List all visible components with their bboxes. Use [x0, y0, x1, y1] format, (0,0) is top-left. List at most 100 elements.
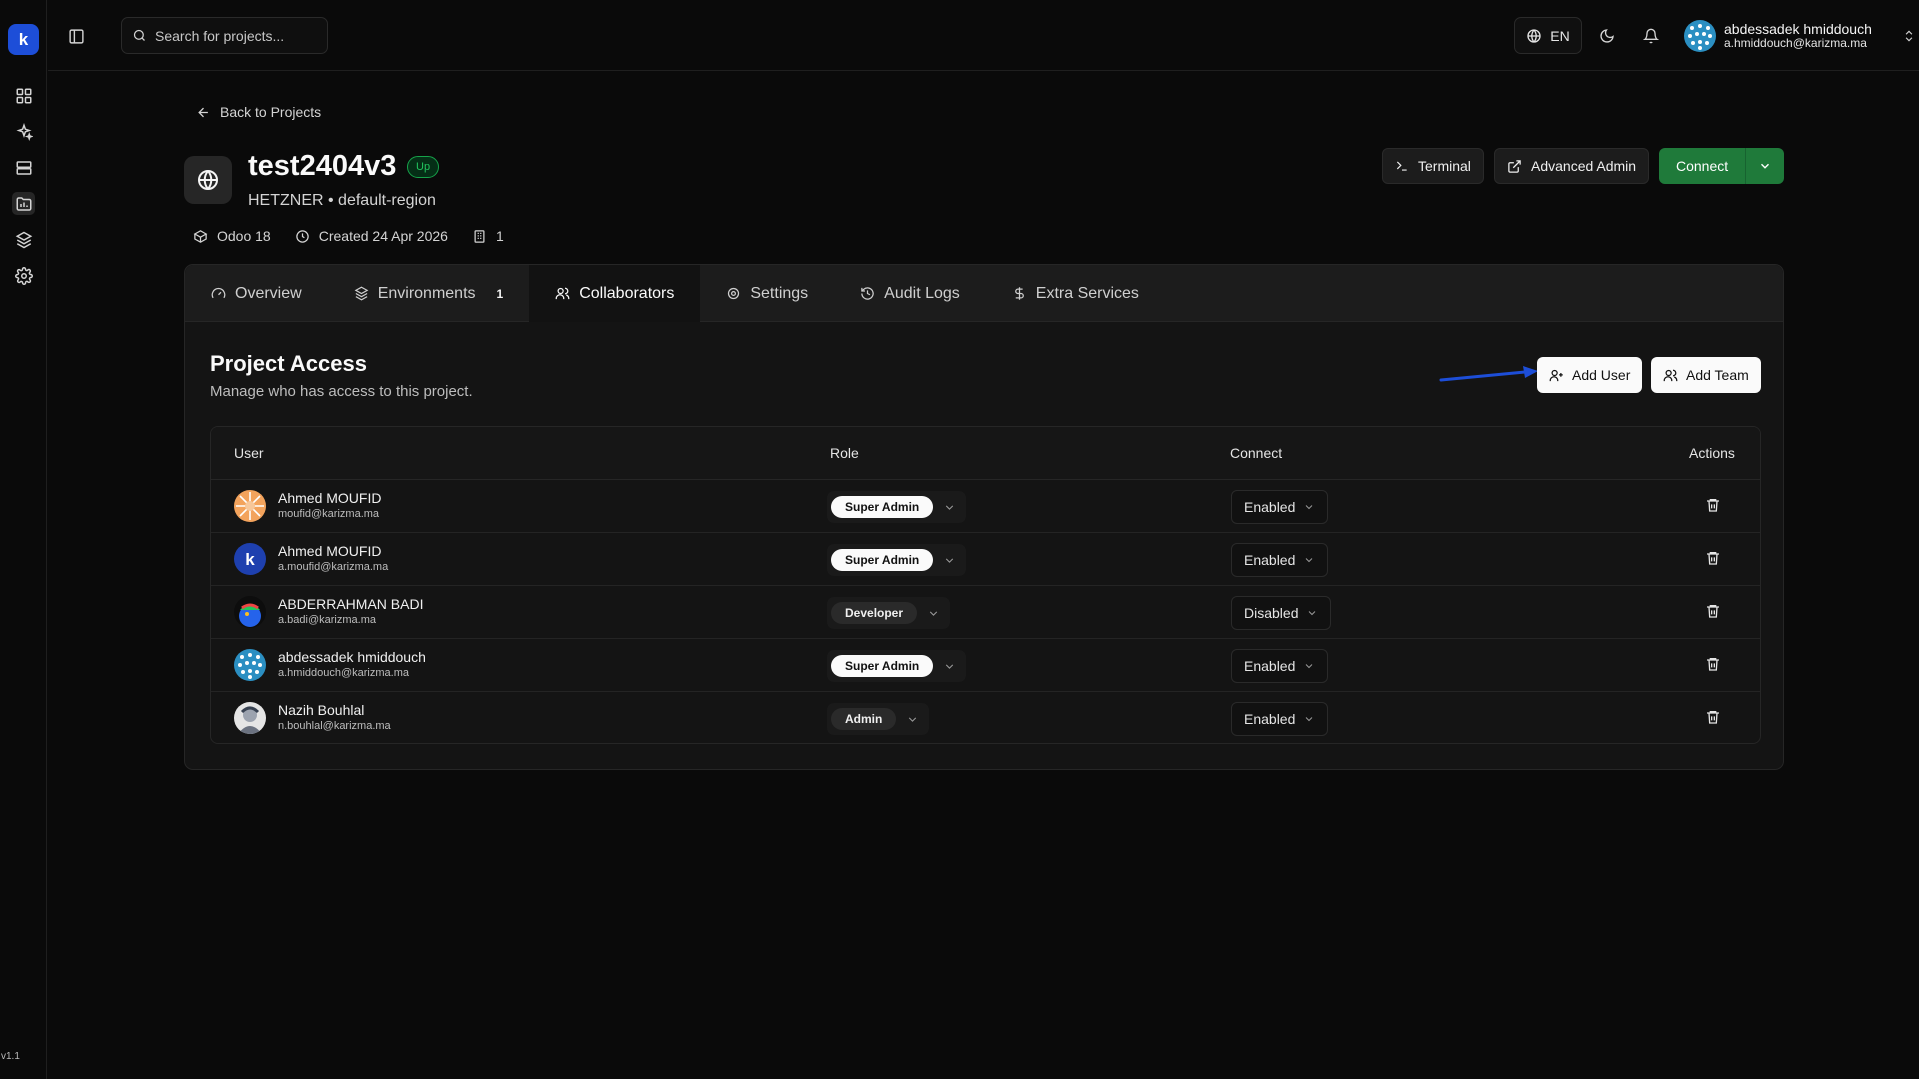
external-link-icon — [1507, 159, 1522, 174]
meta-created-label: Created 24 Apr 2026 — [318, 228, 448, 244]
add-team-label: Add Team — [1686, 367, 1749, 383]
meta-version: Odoo 18 — [193, 228, 271, 244]
tab-count-badge: 1 — [496, 286, 504, 301]
project-meta: Odoo 18 Created 24 Apr 2026 1 — [193, 228, 504, 244]
user-plus-icon — [1549, 368, 1564, 383]
status-badge: Up — [407, 156, 440, 178]
user-cell: k Ahmed MOUFID a.moufid@karizma.ma — [234, 543, 388, 575]
role-badge: Super Admin — [831, 655, 934, 677]
chevron-down-icon — [1303, 501, 1315, 513]
table-row: abdessadek hmiddouch a.hmiddouch@karizma… — [211, 639, 1760, 692]
user-name: Ahmed MOUFID — [278, 543, 382, 560]
connect-select[interactable]: Enabled — [1231, 490, 1329, 524]
terminal-icon — [1395, 159, 1409, 173]
role-select[interactable]: Super Admin — [827, 544, 967, 576]
moon-icon[interactable] — [1596, 25, 1618, 47]
bell-icon[interactable] — [1640, 25, 1662, 47]
app-logo-text: k — [18, 29, 29, 49]
chevron-down-icon — [1303, 713, 1315, 725]
tab-audit-logs[interactable]: Audit Logs — [834, 265, 986, 322]
trash-icon[interactable] — [1705, 497, 1723, 515]
tab-settings[interactable]: Settings — [700, 265, 834, 322]
role-select-box: Super Admin — [827, 544, 967, 576]
tab-collaborators[interactable]: Collaborators — [529, 265, 701, 322]
meta-version-label: Odoo 18 — [217, 228, 271, 244]
connect-dropdown-button[interactable] — [1746, 148, 1785, 184]
role-select-box: Admin — [827, 703, 930, 735]
building-icon — [472, 229, 487, 244]
projects-icon[interactable] — [12, 192, 35, 215]
trash-icon[interactable] — [1705, 656, 1723, 674]
role-badge: Admin — [831, 708, 897, 730]
chevron-down-icon — [906, 713, 925, 726]
project-globe-icon — [184, 156, 232, 204]
app-logo[interactable]: k — [8, 24, 39, 55]
tab-label: Settings — [750, 284, 809, 302]
user-menu[interactable]: abdessadek hmiddouch a.hmiddouch@karizma… — [1684, 17, 1916, 55]
language-button[interactable]: EN — [1514, 17, 1582, 54]
role-select[interactable]: Developer — [827, 597, 951, 629]
tab-label: Collaborators — [579, 284, 675, 302]
back-to-projects-link[interactable]: Back to Projects — [196, 104, 321, 120]
connect-select[interactable]: Disabled — [1231, 596, 1332, 630]
user-cell: ABDERRAHMAN BADI a.badi@karizma.ma — [234, 596, 423, 628]
user-name: Ahmed MOUFID — [278, 490, 382, 507]
table-row: Ahmed MOUFID moufid@karizma.ma Super Adm… — [211, 480, 1760, 533]
back-label: Back to Projects — [220, 104, 322, 120]
add-user-label: Add User — [1572, 367, 1631, 383]
avatar — [234, 490, 266, 522]
add-user-button[interactable]: Add User — [1537, 357, 1643, 393]
project-title: test2404v3 — [248, 150, 397, 182]
connect-button[interactable]: Connect — [1659, 148, 1747, 184]
search-input[interactable] — [155, 27, 315, 44]
role-select[interactable]: Admin — [827, 703, 930, 735]
tab-overview[interactable]: Overview — [185, 265, 328, 322]
avatar — [234, 596, 266, 628]
add-team-button[interactable]: Add Team — [1651, 357, 1761, 393]
connect-button-group: Connect — [1659, 148, 1785, 184]
gauge-icon — [211, 286, 226, 301]
column-header-role: Role — [830, 445, 859, 461]
app-version: v1.1 — [1, 1051, 20, 1062]
history-icon — [860, 286, 875, 301]
svg-text:k: k — [245, 550, 255, 569]
layers-icon[interactable] — [12, 228, 35, 251]
meta-created: Created 24 Apr 2026 — [295, 228, 448, 244]
top-bar: EN abdessadek hmiddouch a.hmiddouch@kari… — [48, 0, 1919, 71]
connect-select[interactable]: Enabled — [1231, 702, 1329, 736]
chevron-down-icon — [1303, 554, 1315, 566]
role-select[interactable]: Super Admin — [827, 650, 967, 682]
tab-extra-services[interactable]: Extra Services — [986, 265, 1165, 322]
tab-label: Extra Services — [1035, 284, 1139, 302]
section-subtitle: Manage who has access to this project. — [210, 383, 473, 400]
server-icon[interactable] — [12, 156, 35, 179]
advanced-admin-button[interactable]: Advanced Admin — [1494, 148, 1650, 184]
connect-label: Connect — [1676, 158, 1729, 174]
sidebar-toggle-icon[interactable] — [65, 25, 87, 47]
gear-icon[interactable] — [12, 264, 35, 287]
role-select[interactable]: Super Admin — [827, 491, 967, 523]
search-box[interactable] — [121, 17, 328, 54]
user-avatar — [1684, 20, 1716, 52]
role-badge: Super Admin — [831, 496, 934, 518]
tab-environments[interactable]: Environments 1 — [328, 265, 530, 322]
dollar-icon — [1012, 286, 1027, 301]
section-title: Project Access — [210, 351, 367, 376]
user-name: abdessadek hmiddouch — [1724, 21, 1872, 38]
column-header-actions: Actions — [1689, 445, 1735, 461]
trash-icon[interactable] — [1705, 603, 1723, 621]
role-select-box: Developer — [827, 597, 951, 629]
trash-icon[interactable] — [1705, 709, 1723, 727]
connect-select[interactable]: Enabled — [1231, 649, 1329, 683]
user-name: Nazih Bouhlal — [278, 702, 365, 719]
chevron-down-icon — [943, 501, 962, 514]
user-name: ABDERRAHMAN BADI — [278, 596, 424, 613]
sparkles-icon[interactable] — [12, 120, 35, 143]
dashboard-icon[interactable] — [12, 84, 35, 107]
terminal-button[interactable]: Terminal — [1382, 148, 1484, 184]
connect-select[interactable]: Enabled — [1231, 543, 1329, 577]
search-icon — [132, 28, 147, 43]
table-row: ABDERRAHMAN BADI a.badi@karizma.ma Devel… — [211, 586, 1760, 639]
left-rail: k v1.1 — [0, 0, 47, 1079]
trash-icon[interactable] — [1705, 550, 1723, 568]
